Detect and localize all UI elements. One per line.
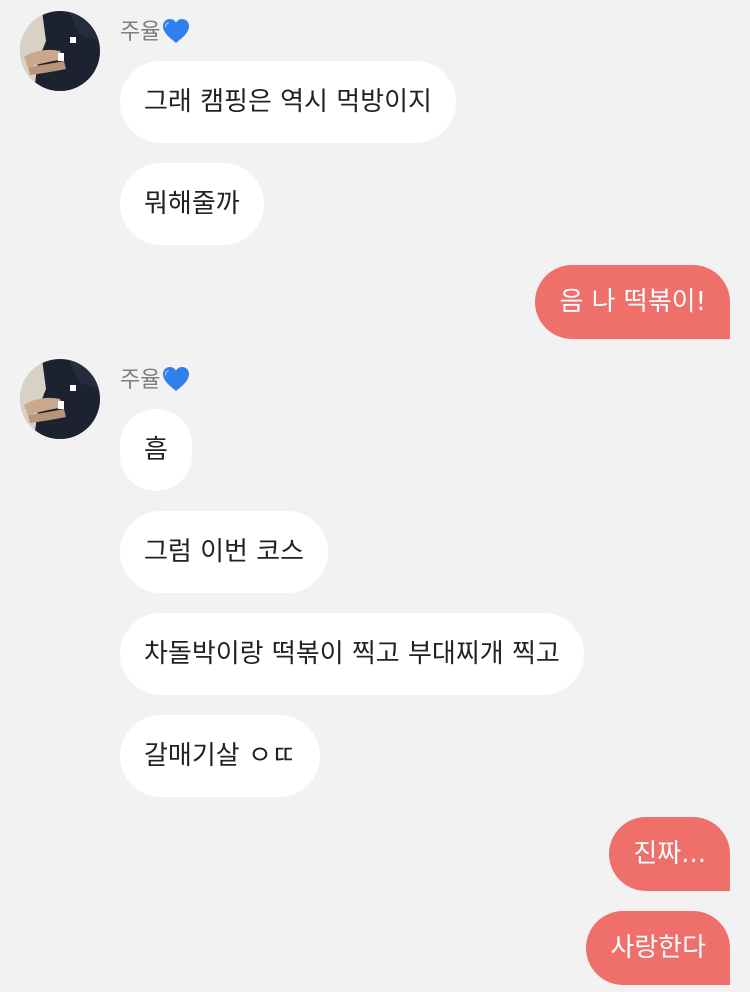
sender-name: 주율 (120, 368, 161, 393)
message-bubble-incoming[interactable]: 그럼 이번 코스 (120, 511, 329, 593)
blue-heart-icon (162, 18, 190, 44)
sender-avatar[interactable] (20, 359, 100, 439)
sender-name: 주율 (120, 20, 161, 45)
sender-name-row: 주율 (120, 18, 190, 48)
message-bubble-outgoing[interactable]: 진짜... (609, 817, 730, 891)
message-bubble-incoming[interactable]: 갈매기살 ㅇㄸ (120, 715, 320, 797)
blue-heart-icon (162, 366, 190, 392)
sender-avatar-image (20, 359, 100, 439)
message-bubble-incoming[interactable]: 그래 캠핑은 역시 먹방이지 (120, 61, 456, 143)
sender-avatar[interactable] (20, 11, 100, 91)
message-bubble-incoming[interactable]: 흠 (120, 409, 192, 491)
message-bubble-outgoing[interactable]: 음 나 떡볶이! (535, 265, 730, 339)
message-bubble-outgoing[interactable]: 사랑한다 (586, 911, 730, 985)
message-bubble-incoming[interactable]: 차돌박이랑 떡볶이 찍고 부대찌개 찍고 (120, 613, 584, 695)
message-bubble-incoming[interactable]: 뭐해줄까 (120, 163, 264, 245)
sender-avatar-image (20, 11, 100, 91)
sender-name-row: 주율 (120, 366, 190, 396)
